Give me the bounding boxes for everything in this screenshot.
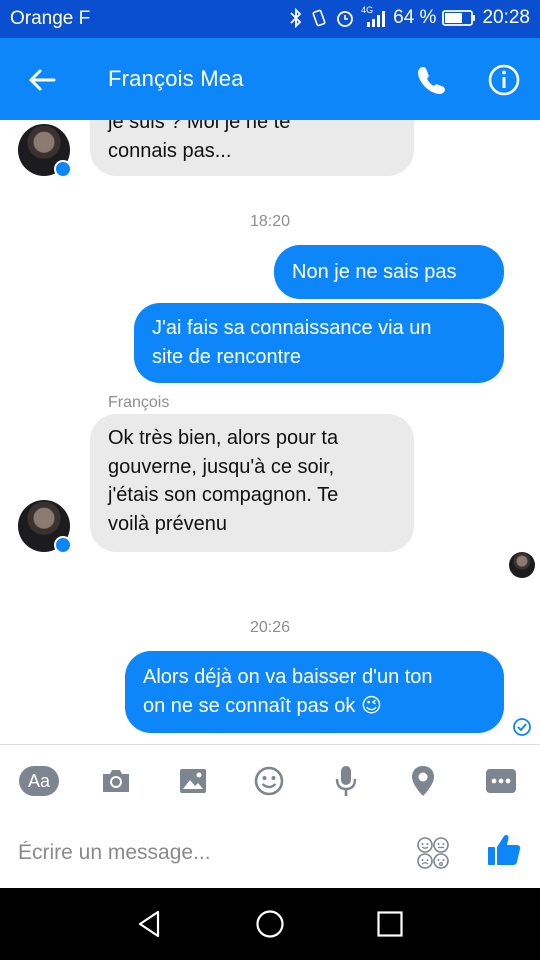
message-text: voilà prévenu <box>108 512 227 535</box>
contact-avatar[interactable] <box>18 500 72 554</box>
timestamp: 18:20 <box>249 213 291 230</box>
like-icon[interactable] <box>486 832 522 868</box>
sender-name: François <box>108 394 170 411</box>
bluetooth-icon <box>290 8 302 28</box>
signal-icon: 4G <box>361 5 387 28</box>
incoming-message[interactable]: Ok très bien, alors pour ta gouverne, ju… <box>90 414 414 552</box>
incoming-message[interactable]: je suis ? Moi je ne te connais pas... <box>90 120 414 176</box>
delivered-check-icon <box>513 718 531 736</box>
conversation-header: François Mea <box>0 38 540 120</box>
status-bar: Orange F 4G 64 % 20:28 <box>0 0 540 38</box>
emoji-button[interactable] <box>249 763 289 799</box>
messenger-badge-icon <box>54 536 72 554</box>
gallery-icon <box>180 769 206 793</box>
outgoing-message[interactable]: Alors déjà on va baisser d'un ton on ne … <box>125 651 504 733</box>
carrier-label: Orange F <box>10 8 91 29</box>
message-text: Ok très bien, alors pour ta <box>108 427 339 449</box>
nav-back-icon[interactable] <box>134 908 166 940</box>
gallery-button[interactable] <box>173 763 213 799</box>
camera-button[interactable] <box>96 763 136 799</box>
emoji-icon <box>254 766 284 796</box>
message-text: J'ai fais sa connaissance via un <box>152 317 432 339</box>
camera-icon <box>103 770 129 792</box>
clock: 20:28 <box>482 7 530 28</box>
nav-recents-icon[interactable] <box>374 908 406 940</box>
location-icon <box>412 766 434 796</box>
nav-home-icon[interactable] <box>254 908 286 940</box>
message-text: site de rencontre <box>152 345 301 368</box>
message-input[interactable] <box>18 838 398 868</box>
outgoing-message[interactable]: Non je ne sais pas <box>274 245 504 299</box>
voice-button[interactable] <box>326 763 366 799</box>
seen-receipt-avatar <box>509 552 535 578</box>
composer <box>0 816 540 888</box>
message-text: j'étais son compagnon. Te <box>108 484 339 506</box>
phone-icon[interactable] <box>415 63 449 97</box>
contact-avatar[interactable] <box>18 124 72 178</box>
microphone-icon <box>335 766 357 796</box>
info-icon[interactable] <box>487 63 521 97</box>
back-arrow-icon[interactable] <box>26 64 58 96</box>
more-button[interactable] <box>481 763 521 799</box>
message-text: Alors déjà on va baisser d'un ton <box>143 666 433 688</box>
alarm-icon <box>337 11 354 27</box>
text-format-button[interactable]: Aa <box>19 766 59 796</box>
system-nav-bar <box>0 888 540 960</box>
timestamp: 20:26 <box>249 619 291 636</box>
stickers-icon[interactable] <box>416 836 450 870</box>
more-icon <box>486 769 516 793</box>
location-button[interactable] <box>403 763 443 799</box>
contact-name[interactable]: François Mea <box>108 66 244 92</box>
battery-icon <box>442 10 476 26</box>
composer-toolbar: Aa <box>0 744 540 816</box>
battery-percent: 64 % <box>393 7 437 28</box>
message-text: on ne se connaît pas ok <box>143 694 356 717</box>
message-text: je suis ? Moi je ne te <box>108 120 291 133</box>
vibrate-icon <box>312 9 326 27</box>
messenger-badge-icon <box>54 160 72 178</box>
message-text: Non je ne sais pas <box>292 261 457 283</box>
outgoing-message[interactable]: J'ai fais sa connaissance via un site de… <box>134 303 504 383</box>
wink-emoji-icon: 😉 <box>360 694 382 717</box>
status-icons: 4G 64 % 20:28 <box>289 5 530 29</box>
message-text: gouverne, jusqu'à ce soir, <box>108 455 335 478</box>
message-thread[interactable]: je suis ? Moi je ne te connais pas... 18… <box>0 120 540 744</box>
message-text: connais pas... <box>108 139 232 162</box>
